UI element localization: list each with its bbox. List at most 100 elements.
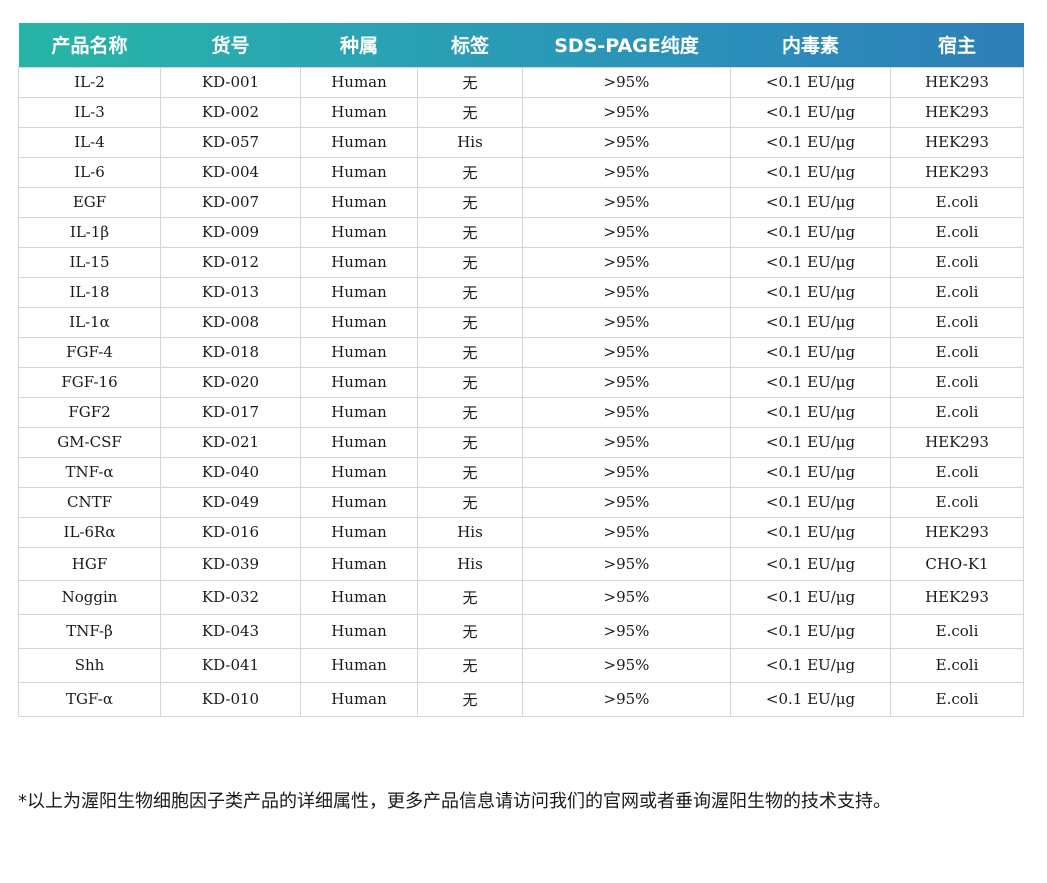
cell-tag: 无 [417,246,523,278]
table-row: TNF-β KD-043 Human 无 >95% <0.1 EU/μg E.coli [18,613,1024,649]
cell-species: Human [300,456,418,488]
cell-purity: >95% [522,186,731,218]
header-purity: SDS-PAGE纯度 [554,35,699,58]
cell-catalog-number: KD-008 [160,306,301,338]
cell-catalog-number: KD-040 [160,456,301,488]
cell-catalog-number: KD-013 [160,276,301,308]
cell-purity: >95% [522,306,731,338]
header-species: 种属 [339,35,378,58]
cell-endotoxin: <0.1 EU/μg [730,96,891,128]
table-row: Shh KD-041 Human 无 >95% <0.1 EU/μg E.coli [18,647,1024,683]
cell-purity: >95% [522,546,731,581]
cell-endotoxin: <0.1 EU/μg [730,156,891,188]
cell-product-name: IL-1α [18,306,161,338]
cell-host: HEK293 [890,426,1024,458]
cell-species: Human [300,96,418,128]
cell-tag: 无 [417,186,523,218]
cell-host: E.coli [890,186,1024,218]
cell-purity: >95% [522,456,731,488]
cell-species: Human [300,186,418,218]
cell-host: E.coli [890,486,1024,518]
cell-catalog-number: KD-010 [160,681,301,717]
cell-catalog-number: KD-049 [160,486,301,518]
cell-endotoxin: <0.1 EU/μg [730,647,891,683]
cell-product-name: IL-3 [18,96,161,128]
cell-tag: 无 [417,306,523,338]
table-row: FGF2 KD-017 Human 无 >95% <0.1 EU/μg E.coli [18,396,1024,428]
cell-purity: >95% [522,96,731,128]
cell-product-name: TNF-β [18,613,161,649]
cell-tag: 无 [417,681,523,717]
cell-species: Human [300,396,418,428]
cell-endotoxin: <0.1 EU/μg [730,366,891,398]
cell-endotoxin: <0.1 EU/μg [730,126,891,158]
cell-purity: >95% [522,156,731,188]
cell-endotoxin: <0.1 EU/μg [730,579,891,615]
cell-product-name: TNF-α [18,456,161,488]
footnote: *以上为渥阳生物细胞因子类产品的详细属性，更多产品信息请访问我们的官网或者垂询渥… [18,791,891,812]
cell-purity: >95% [522,681,731,717]
cell-species: Human [300,647,418,683]
table-row: EGF KD-007 Human 无 >95% <0.1 EU/μg E.coli [18,186,1024,218]
cell-catalog-number: KD-018 [160,336,301,368]
cell-species: Human [300,366,418,398]
table-row: IL-4 KD-057 Human His >95% <0.1 EU/μg HEK293 [18,126,1024,158]
cell-tag: 无 [417,486,523,518]
cell-product-name: FGF2 [18,396,161,428]
cell-host: HEK293 [890,579,1024,615]
cell-species: Human [300,681,418,717]
table-row: IL-6Rα KD-016 Human His >95% <0.1 EU/μg HEK293 [18,516,1024,548]
cell-endotoxin: <0.1 EU/μg [730,246,891,278]
cell-endotoxin: <0.1 EU/μg [730,426,891,458]
cell-catalog-number: KD-032 [160,579,301,615]
cell-species: Human [300,156,418,188]
cell-tag: 无 [417,456,523,488]
cell-tag: 无 [417,156,523,188]
cell-species: Human [300,486,418,518]
cell-endotoxin: <0.1 EU/μg [730,456,891,488]
cell-endotoxin: <0.1 EU/μg [730,681,891,717]
cell-tag: His [417,516,523,548]
cell-endotoxin: <0.1 EU/μg [730,546,891,581]
table-row: CNTF KD-049 Human 无 >95% <0.1 EU/μg E.coli [18,486,1024,518]
cell-endotoxin: <0.1 EU/μg [730,186,891,218]
cell-host: CHO-K1 [890,546,1024,581]
cell-endotoxin: <0.1 EU/μg [730,613,891,649]
cell-product-name: Shh [18,647,161,683]
cell-purity: >95% [522,126,731,158]
table-row: IL-18 KD-013 Human 无 >95% <0.1 EU/μg E.coli [18,276,1024,308]
cell-catalog-number: KD-016 [160,516,301,548]
header-catalog-number: 货号 [211,35,250,58]
cell-host: HEK293 [890,126,1024,158]
header-tag: 标签 [450,35,489,58]
table-row: IL-6 KD-004 Human 无 >95% <0.1 EU/μg HEK293 [18,156,1024,188]
cell-tag: 无 [417,66,523,98]
cell-purity: >95% [522,516,731,548]
cell-purity: >95% [522,336,731,368]
cell-species: Human [300,66,418,98]
cell-purity: >95% [522,613,731,649]
table-body: IL-2 KD-001 Human 无 >95% <0.1 EU/μg HEK293 IL-3… [18,66,1024,717]
table-row: IL-3 KD-002 Human 无 >95% <0.1 EU/μg HEK293 [18,96,1024,128]
cell-tag: 无 [417,647,523,683]
cell-tag: His [417,546,523,581]
cell-catalog-number: KD-043 [160,613,301,649]
cell-purity: >95% [522,647,731,683]
cell-purity: >95% [522,366,731,398]
cell-host: HEK293 [890,516,1024,548]
cell-purity: >95% [522,579,731,615]
cell-endotoxin: <0.1 EU/μg [730,396,891,428]
cell-host: E.coli [890,647,1024,683]
cell-host: E.coli [890,306,1024,338]
cell-catalog-number: KD-020 [160,366,301,398]
table-row: GM-CSF KD-021 Human 无 >95% <0.1 EU/μg HEK293 [18,426,1024,458]
cell-product-name: CNTF [18,486,161,518]
cell-host: E.coli [890,336,1024,368]
table-row: IL-1β KD-009 Human 无 >95% <0.1 EU/μg E.coli [18,216,1024,248]
cell-species: Human [300,246,418,278]
header-host: 宿主 [937,35,976,58]
cell-endotoxin: <0.1 EU/μg [730,336,891,368]
cell-tag: His [417,126,523,158]
cell-species: Human [300,216,418,248]
cell-species: Human [300,126,418,158]
